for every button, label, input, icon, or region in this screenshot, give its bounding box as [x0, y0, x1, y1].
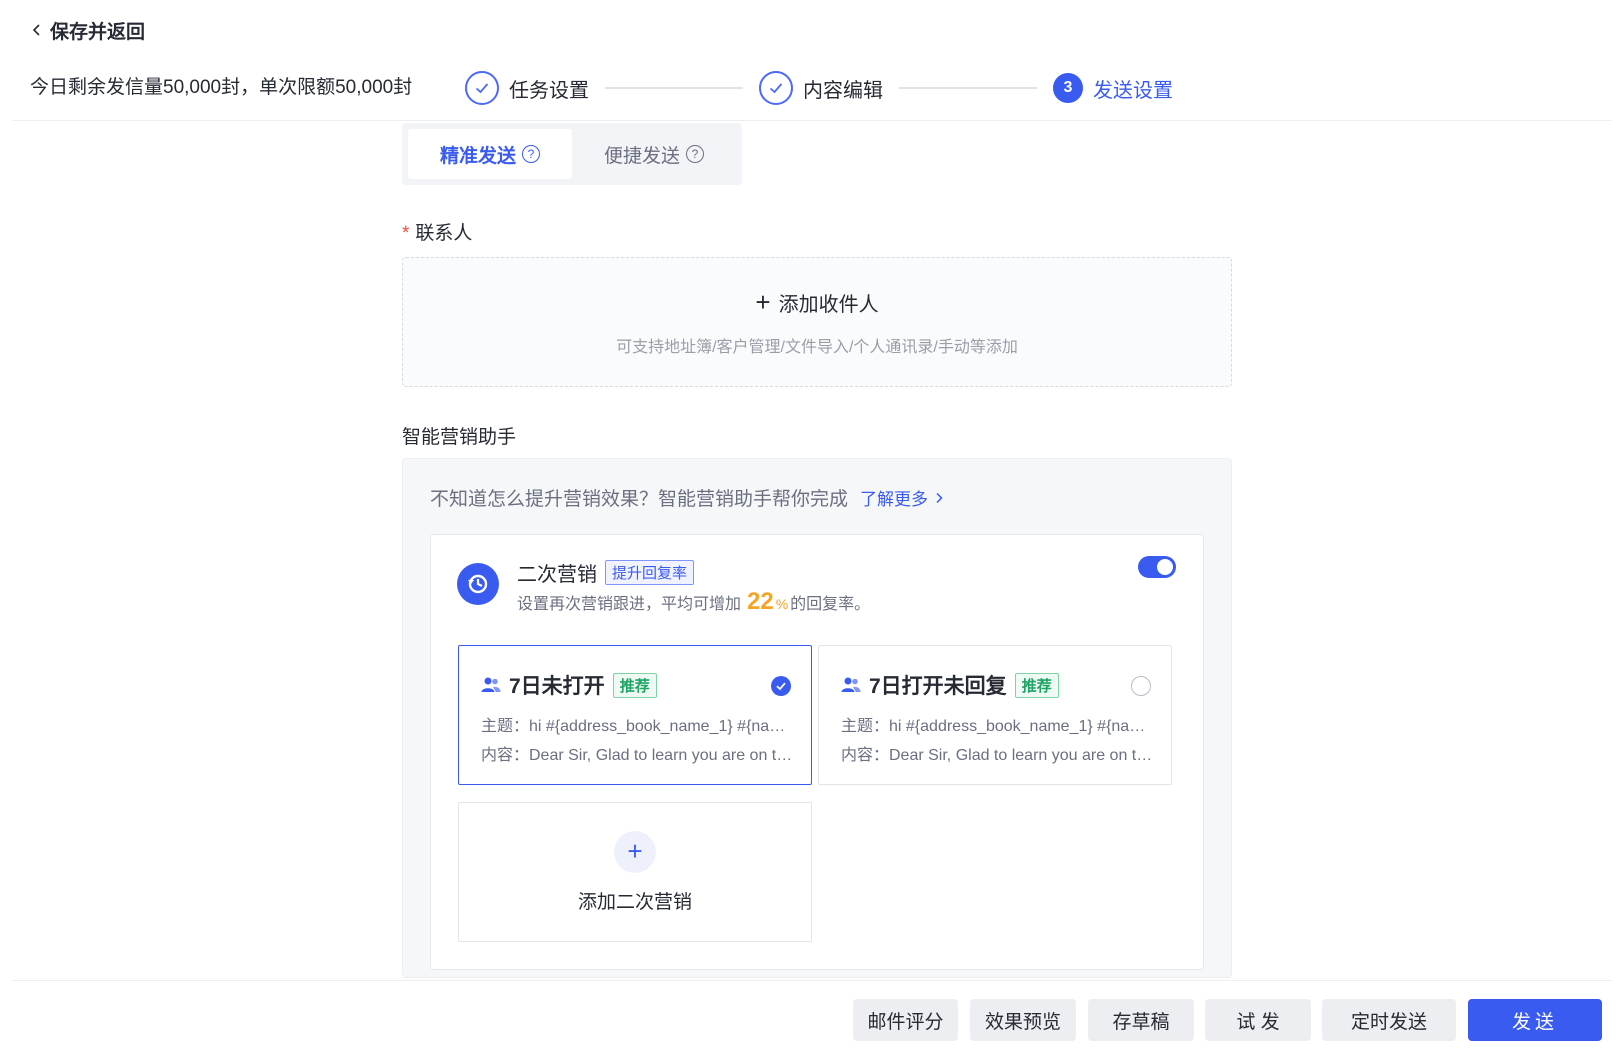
- percent-sign: %: [775, 596, 789, 612]
- quota-text: 今日剩余发信量50,000封，单次限额50,000封: [30, 77, 413, 98]
- option-7day-unopened[interactable]: 7日未打开 推荐 主题：hi #{address_book_name_1} #{…: [458, 645, 812, 785]
- option-subject: 主题：hi #{address_book_name_1} #{name}: [481, 718, 793, 735]
- option-7day-opened-no-reply[interactable]: 7日打开未回复 推荐 主题：hi #{address_book_name_1} …: [818, 645, 1172, 785]
- plus-icon: +: [614, 830, 656, 873]
- email-score-button[interactable]: 邮件评分: [853, 999, 958, 1041]
- step-connector: [605, 87, 743, 89]
- step-indicator: 任务设置 内容编辑 3 发送设置: [465, 70, 1173, 106]
- tab-label: 精准发送: [439, 145, 516, 167]
- checked-icon[interactable]: [771, 676, 791, 696]
- add-recipient-area[interactable]: + 添加收件人 可支持地址簿/客户管理/文件导入/个人通讯录/手动等添加: [402, 257, 1232, 387]
- option-title: 7日未打开: [509, 675, 605, 698]
- chevron-left-icon: [32, 24, 40, 36]
- step-connector: [899, 87, 1037, 89]
- tab-precise-send[interactable]: 精准发送 ?: [408, 129, 572, 179]
- reply-rate-percent: 22: [747, 588, 774, 615]
- required-mark: *: [402, 223, 410, 244]
- option-title: 7日打开未回复: [869, 675, 1007, 698]
- test-send-button[interactable]: 试 发: [1205, 999, 1311, 1041]
- secondary-title-text: 二次营销: [517, 564, 597, 586]
- contacts-label-text: 联系人: [415, 223, 473, 244]
- step-send-settings[interactable]: 3 发送设置: [1053, 73, 1173, 103]
- schedule-send-button[interactable]: 定时发送: [1322, 999, 1456, 1041]
- save-draft-button[interactable]: 存草稿: [1088, 999, 1194, 1041]
- option-content: 内容：Dear Sir, Glad to learn you are on th…: [841, 747, 1153, 764]
- assistant-hint-text: 不知道怎么提升营销效果？智能营销助手帮你完成: [430, 489, 849, 510]
- help-icon[interactable]: ?: [522, 145, 540, 163]
- option-subject: 主题：hi #{address_book_name_1} #{name}: [841, 718, 1153, 735]
- tab-label: 便捷发送: [603, 145, 680, 167]
- step-label: 任务设置: [509, 79, 589, 102]
- recommend-tag: 推荐: [1014, 672, 1059, 698]
- add-secondary-marketing-button[interactable]: + 添加二次营销: [458, 802, 812, 942]
- learn-more-link[interactable]: 了解更多: [860, 485, 944, 510]
- step-number: 3: [1053, 73, 1083, 103]
- add-recipient-button[interactable]: + 添加收件人: [755, 288, 878, 317]
- send-button[interactable]: 发送: [1468, 999, 1602, 1041]
- users-icon: [481, 677, 501, 692]
- secondary-marketing-toggle[interactable]: [1138, 556, 1176, 578]
- step-content-edit[interactable]: 内容编辑: [759, 71, 883, 105]
- users-icon: [841, 677, 861, 692]
- send-mode-tabs: 精准发送 ? 便捷发送 ?: [402, 123, 742, 185]
- secondary-marketing-desc: 设置再次营销跟进，平均可增加 22 % 的回复率。: [517, 588, 870, 616]
- step-label: 发送设置: [1093, 79, 1173, 102]
- back-button[interactable]: 保存并返回: [30, 16, 145, 44]
- check-icon: [465, 71, 499, 105]
- add-recipient-hint: 可支持地址簿/客户管理/文件导入/个人通讯录/手动等添加: [616, 338, 1018, 356]
- chevron-right-icon: [936, 492, 943, 503]
- desc-suffix: 的回复率。: [790, 596, 871, 613]
- add-recipient-label: 添加收件人: [778, 293, 879, 316]
- option-content: 内容：Dear Sir, Glad to learn you are on th…: [481, 747, 793, 764]
- tab-quick-send[interactable]: 便捷发送 ?: [572, 129, 736, 179]
- secondary-marketing-icon: [457, 563, 499, 605]
- preview-button[interactable]: 效果预览: [970, 999, 1076, 1041]
- radio-unchecked-icon[interactable]: [1131, 676, 1151, 696]
- assistant-hint: 不知道怎么提升营销效果？智能营销助手帮你完成 了解更多: [430, 484, 944, 511]
- option-header: 7日打开未回复 推荐: [841, 670, 1059, 700]
- reply-rate-tag: 提升回复率: [605, 560, 695, 585]
- learn-more-label: 了解更多: [860, 490, 929, 509]
- recommend-tag: 推荐: [612, 672, 657, 698]
- option-header: 7日未打开 推荐: [481, 670, 657, 700]
- desc-prefix: 设置再次营销跟进，平均可增加: [517, 596, 742, 613]
- check-icon: [759, 71, 793, 105]
- step-task-settings[interactable]: 任务设置: [465, 71, 589, 105]
- assistant-title: 智能营销助手: [402, 427, 517, 448]
- back-label: 保存并返回: [50, 21, 146, 43]
- contacts-label: * 联系人: [402, 218, 472, 245]
- plus-icon: +: [755, 287, 771, 317]
- step-label: 内容编辑: [803, 79, 883, 102]
- footer-divider: [12, 980, 1612, 981]
- help-icon[interactable]: ?: [686, 145, 704, 163]
- secondary-marketing-title: 二次营销 提升回复率: [517, 558, 695, 587]
- add-secondary-label: 添加二次营销: [577, 891, 692, 913]
- header-divider: [12, 120, 1612, 121]
